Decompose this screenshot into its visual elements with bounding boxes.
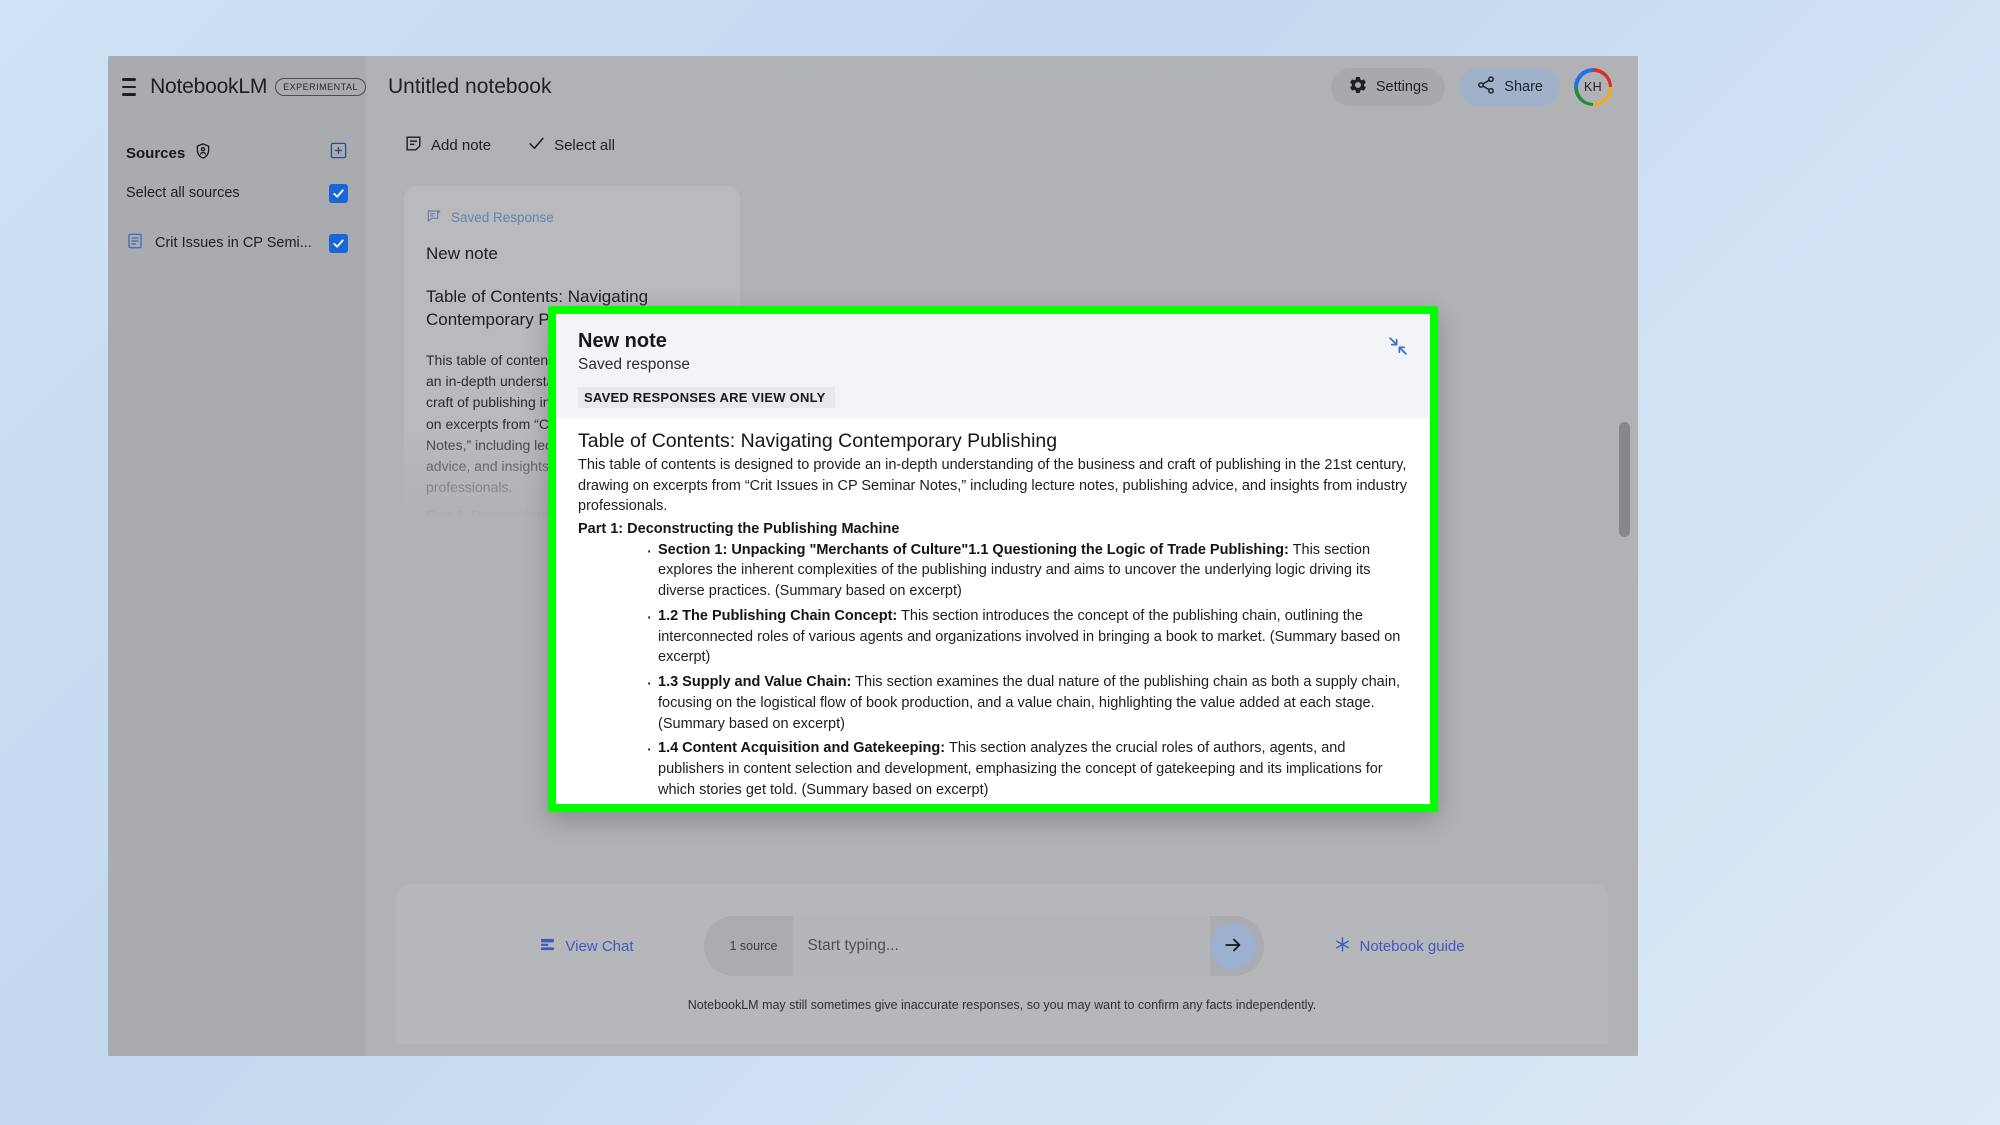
send-button[interactable] xyxy=(1210,923,1256,969)
document-section-item: Section 1: Unpacking "Merchants of Cultu… xyxy=(578,540,1408,602)
document-section-item: 1.4 Content Acquisition and Gatekeeping:… xyxy=(578,738,1408,800)
document-section-lead: Section 1: Unpacking "Merchants of Cultu… xyxy=(658,542,1289,558)
chat-input-box: 1 source xyxy=(704,916,1264,976)
hamburger-menu-icon[interactable] xyxy=(122,74,136,100)
shield-person-icon xyxy=(194,142,212,165)
sources-title: Sources xyxy=(126,145,185,162)
document-icon xyxy=(126,232,144,255)
document-intro: This table of contents is designed to pr… xyxy=(578,455,1408,517)
experimental-badge: EXPERIMENTAL xyxy=(275,78,366,96)
chat-panel-icon xyxy=(539,936,556,957)
modal-title: New note xyxy=(578,330,1408,353)
sources-header: Sources xyxy=(122,134,352,172)
document-section-lead: 1.3 Supply and Value Chain: xyxy=(658,674,851,690)
add-note-button[interactable]: Add note xyxy=(404,134,491,157)
note-card-title: New note xyxy=(426,244,718,264)
avatar[interactable]: KH xyxy=(1574,68,1612,106)
saved-response-modal: New note Saved response SAVED RESPONSES … xyxy=(548,306,1438,812)
chat-disclaimer: NotebookLM may still sometimes give inac… xyxy=(688,998,1317,1012)
sidebar: Sources xyxy=(108,118,366,1056)
brand-zone: NotebookLM EXPERIMENTAL xyxy=(108,56,366,118)
share-button-label: Share xyxy=(1504,79,1543,95)
notebook-title[interactable]: Untitled notebook xyxy=(388,75,551,99)
chat-panel: View Chat 1 source xyxy=(396,884,1608,1044)
modal-inner: New note Saved response SAVED RESPONSES … xyxy=(556,314,1430,804)
note-toolbar: Add note Select all xyxy=(366,118,1638,172)
add-note-icon xyxy=(404,134,423,157)
notebook-guide-button[interactable]: Notebook guide xyxy=(1334,936,1465,957)
share-icon xyxy=(1476,75,1496,99)
select-all-sources-row[interactable]: Select all sources xyxy=(122,172,352,214)
source-item-label: Crit Issues in CP Semi... xyxy=(155,235,312,251)
add-note-label: Add note xyxy=(431,137,491,154)
select-all-notes-button[interactable]: Select all xyxy=(527,134,615,157)
chat-row: View Chat 1 source xyxy=(539,916,1464,976)
document-section-item: 1.2 The Publishing Chain Concept: This s… xyxy=(578,606,1408,668)
select-all-sources-label: Select all sources xyxy=(126,185,240,201)
view-only-badge: SAVED RESPONSES ARE VIEW ONLY xyxy=(578,387,835,408)
check-icon xyxy=(527,134,546,157)
view-chat-button[interactable]: View Chat xyxy=(539,936,633,957)
view-chat-label: View Chat xyxy=(565,938,633,955)
source-item-checkbox[interactable] xyxy=(329,234,348,253)
share-button[interactable]: Share xyxy=(1459,68,1560,106)
chat-input[interactable] xyxy=(793,916,1209,976)
document-title: Table of Contents: Navigating Contempora… xyxy=(578,430,1408,453)
source-count-label: 1 source xyxy=(704,939,794,953)
notebook-guide-label: Notebook guide xyxy=(1360,938,1465,955)
sparkle-icon xyxy=(1334,936,1351,957)
add-source-icon[interactable] xyxy=(329,141,348,165)
topbar-actions: Settings Share KH xyxy=(1331,68,1612,106)
saved-response-icon xyxy=(426,208,442,227)
avatar-initials: KH xyxy=(1578,72,1609,103)
document-section-lead: 1.4 Content Acquisition and Gatekeeping: xyxy=(658,740,945,756)
app-brand-name: NotebookLM xyxy=(150,75,267,99)
select-all-sources-checkbox[interactable] xyxy=(329,184,348,203)
settings-button[interactable]: Settings xyxy=(1331,68,1445,106)
select-all-notes-label: Select all xyxy=(554,137,615,154)
modal-body: Table of Contents: Navigating Contempora… xyxy=(556,418,1430,804)
saved-response-chip-label: Saved Response xyxy=(451,210,554,225)
document-section-list: Section 1: Unpacking "Merchants of Cultu… xyxy=(578,540,1408,804)
source-item-row[interactable]: Crit Issues in CP Semi... xyxy=(122,222,352,264)
document-section-lead: 1.2 The Publishing Chain Concept: xyxy=(658,608,897,624)
content-scrollbar[interactable] xyxy=(1619,422,1630,537)
modal-header: New note Saved response SAVED RESPONSES … xyxy=(556,314,1430,418)
modal-subtitle: Saved response xyxy=(578,356,1408,374)
top-bar: NotebookLM EXPERIMENTAL Untitled noteboo… xyxy=(108,56,1638,118)
settings-button-label: Settings xyxy=(1376,79,1428,95)
topbar-main: Untitled notebook Settings xyxy=(366,56,1638,118)
arrow-right-icon xyxy=(1222,934,1244,959)
gear-icon xyxy=(1348,75,1368,99)
document-part-heading: Part 1: Deconstructing the Publishing Ma… xyxy=(578,521,1408,537)
collapse-icon[interactable] xyxy=(1384,332,1412,360)
saved-response-chip: Saved Response xyxy=(426,208,718,227)
document-section-item: 1.3 Supply and Value Chain: This section… xyxy=(578,672,1408,734)
